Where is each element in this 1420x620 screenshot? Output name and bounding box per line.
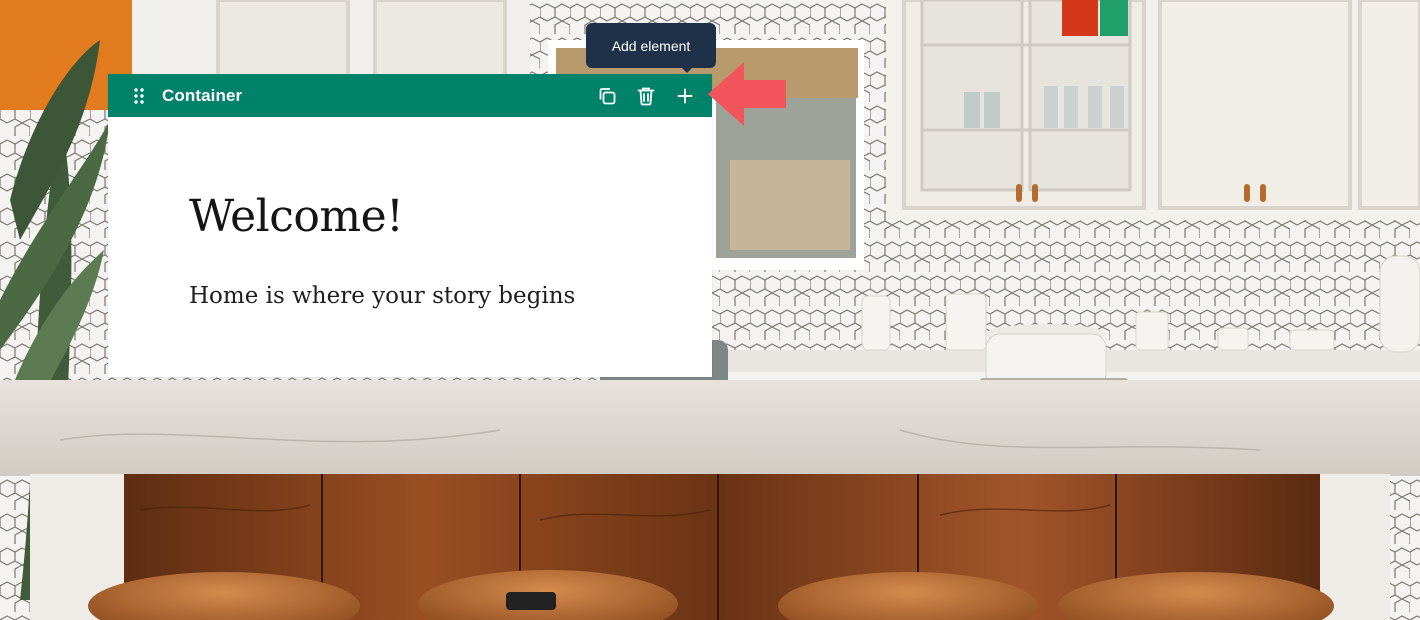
container-block[interactable]: Container Welcome! Home is where your st…	[108, 74, 712, 377]
page-editor-canvas: Container Welcome! Home is where your st…	[0, 0, 1420, 620]
drag-handle-icon[interactable]	[132, 87, 146, 104]
duplicate-button[interactable]	[592, 81, 622, 111]
tagline-text[interactable]: Home is where your story begins	[189, 281, 575, 311]
welcome-heading[interactable]: Welcome!	[189, 191, 404, 243]
plus-icon	[677, 88, 693, 103]
pointer-arrow-icon	[708, 62, 786, 126]
add-element-tooltip: Add element	[586, 23, 716, 68]
block-toolbar: Container	[108, 74, 712, 117]
tooltip-caret	[681, 67, 693, 73]
trash-icon	[637, 87, 655, 105]
add-element-button[interactable]	[670, 81, 700, 111]
delete-button[interactable]	[631, 81, 661, 111]
block-type-label: Container	[162, 85, 243, 105]
duplicate-icon	[599, 87, 616, 104]
block-toolbar-actions	[583, 81, 700, 111]
block-content[interactable]: Welcome! Home is where your story begins	[108, 117, 712, 377]
